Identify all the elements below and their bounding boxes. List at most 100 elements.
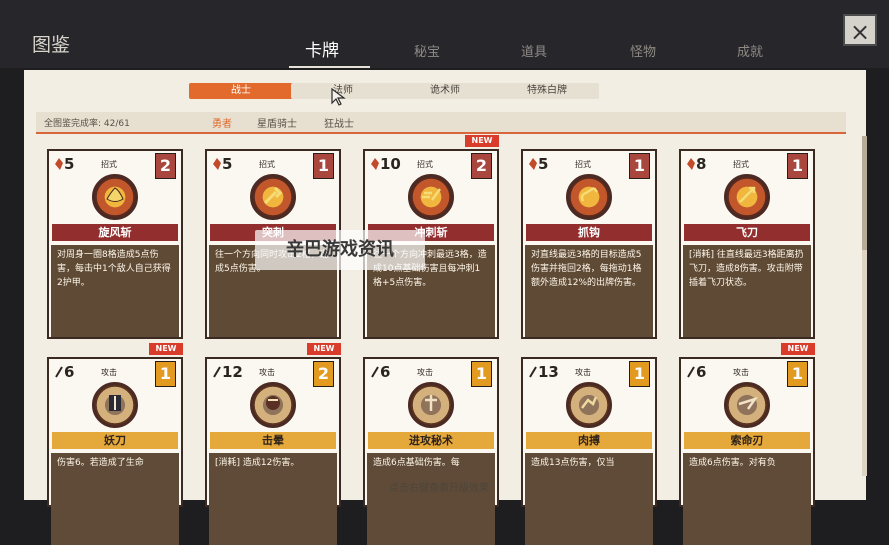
subclass-tab-star-shield[interactable]: 星盾骑士 (257, 115, 297, 130)
tab-secrets[interactable]: 秘宝 (414, 41, 440, 60)
whirlwind-medallion-icon (92, 174, 138, 220)
tab-cards[interactable]: 卡牌 (305, 36, 339, 61)
card-level-badge: 2 (471, 153, 492, 179)
card-soul-reaper-blade[interactable]: NEW 6 攻击 1 索命刃 造成6点伤害。对有负 (679, 343, 815, 545)
tab-achievements[interactable]: 成就 (737, 41, 763, 60)
card-header: 10 招式 2 (371, 153, 492, 179)
card-header: 6 攻击 1 (687, 361, 808, 387)
card-level-badge: 1 (313, 153, 334, 179)
card-description: 对直线最远3格的目标造成5伤害并拖回2格，每拖动1格额外造成12%的出牌伤害。 (525, 245, 653, 337)
energy-icon (371, 158, 379, 170)
card-name: 肉搏 (526, 432, 652, 449)
new-badge: NEW (465, 135, 499, 147)
flying-knife-medallion-icon (724, 174, 770, 220)
class-tab-special[interactable]: 特殊白牌 (495, 83, 599, 99)
card-cost: 6 (380, 363, 391, 381)
card-level-badge: 2 (313, 361, 334, 387)
brawl-icon (581, 396, 598, 409)
sword-cost-icon (55, 366, 63, 378)
upgrade-hint: 点击右键查看升级效果 (389, 483, 489, 494)
card-header: 6 攻击 1 (55, 361, 176, 387)
card-flying-knife[interactable]: 8 招式 1 飞刀 [消耗] 往直线最远3格距离扔飞刀，造成8伤害。攻击附带插着… (679, 149, 815, 339)
top-bar: 图鉴 卡牌 秘宝 道具 怪物 成就 × (0, 0, 889, 68)
card-whirlwind[interactable]: 5 招式 2 旋风斩 对周身一圈8格造成5点伤害，每击中1个敌人自己获得2护甲。 (47, 149, 183, 339)
card-name: 旋风斩 (52, 224, 178, 241)
whirlwind-icon (106, 187, 124, 202)
card-cost: 5 (64, 155, 75, 173)
stun-medallion-icon (250, 382, 296, 428)
sword-cost-icon (213, 366, 221, 378)
completion-rate: 全图鉴完成率: 42/61 (44, 119, 130, 129)
card-description: 对周身一圈8格造成5点伤害，每击中1个敌人自己获得2护甲。 (51, 245, 179, 337)
card-description: 造成6点基础伤害。每 (367, 453, 495, 545)
tab-items[interactable]: 道具 (521, 41, 547, 60)
card-level-badge: 2 (155, 153, 176, 179)
card-type: 招式 (733, 160, 749, 169)
page-title: 图鉴 (32, 34, 71, 56)
card-type: 招式 (259, 160, 275, 169)
close-button[interactable]: × (843, 14, 877, 46)
demon-blade-medallion-icon (92, 382, 138, 428)
thrust-medallion-icon (250, 174, 296, 220)
card-type: 攻击 (575, 368, 591, 377)
subclass-bar: 全图鉴完成率: 42/61 勇者 星盾骑士 狂战士 (36, 112, 846, 134)
card-cost: 8 (696, 155, 707, 173)
card-description: [消耗] 往直线最远3格距离扔飞刀，造成8伤害。攻击附带插着飞刀状态。 (683, 245, 811, 337)
card-cost: 5 (222, 155, 233, 173)
brawl-medallion-icon (566, 382, 612, 428)
energy-icon (529, 158, 537, 170)
thrust-icon (263, 186, 283, 205)
card-type: 攻击 (733, 368, 749, 377)
sword-cost-icon (529, 366, 537, 378)
card-name: 妖刀 (52, 432, 178, 449)
energy-icon (213, 158, 221, 170)
new-badge: NEW (149, 343, 183, 355)
arcana-icon (425, 395, 437, 411)
card-level-badge: 1 (629, 361, 650, 387)
class-tab-trickster[interactable]: 诡术师 (393, 83, 497, 99)
card-grappling-hook[interactable]: 5 招式 1 抓钩 对直线最远3格的目标造成5伤害并拖回2格，每拖动1格额外造成… (521, 149, 657, 339)
class-tab-warrior[interactable]: 战士 (189, 83, 293, 99)
card-description: [消耗] 造成12伤害。 (209, 453, 337, 545)
active-tab-indicator (289, 66, 370, 68)
card-type: 招式 (575, 160, 591, 169)
subclass-tab-berserker[interactable]: 狂战士 (324, 115, 354, 130)
soul-reaper-medallion-icon (724, 382, 770, 428)
subclass-tab-brave[interactable]: 勇者 (212, 115, 232, 130)
card-name: 飞刀 (684, 224, 810, 241)
card-level-badge: 1 (787, 361, 808, 387)
tab-monsters[interactable]: 怪物 (630, 41, 656, 60)
card-header: 5 招式 1 (213, 153, 334, 179)
energy-icon (55, 158, 63, 170)
dash-slash-icon (422, 188, 442, 201)
stun-icon (266, 396, 280, 410)
sword-cost-icon (371, 366, 379, 378)
card-header: 5 招式 1 (529, 153, 650, 179)
card-cost: 6 (64, 363, 75, 381)
card-header: 12 攻击 2 (213, 361, 334, 387)
card-stun[interactable]: NEW 12 攻击 2 击晕 [消耗] 造成12伤害。 (205, 343, 341, 545)
new-badge: NEW (781, 343, 815, 355)
new-badge: NEW (307, 343, 341, 355)
card-description: 伤害6。若造成了生命 (51, 453, 179, 545)
card-cost: 6 (696, 363, 707, 381)
energy-icon (687, 158, 695, 170)
scrollbar-thumb[interactable] (862, 136, 867, 250)
card-cost: 10 (380, 155, 401, 173)
card-header: 8 招式 1 (687, 153, 808, 179)
card-header: 13 攻击 1 (529, 361, 650, 387)
card-level-badge: 1 (787, 153, 808, 179)
card-type: 攻击 (417, 368, 433, 377)
card-demon-blade[interactable]: NEW 6 攻击 1 妖刀 伤害6。若造成了生命 (47, 343, 183, 545)
card-description: 造成6点伤害。对有负 (683, 453, 811, 545)
grappling-hook-medallion-icon (566, 174, 612, 220)
card-type: 招式 (101, 160, 117, 169)
card-name: 击晕 (210, 432, 336, 449)
knife-icon (739, 186, 756, 203)
card-type: 攻击 (101, 368, 117, 377)
card-brawl[interactable]: 13 攻击 1 肉搏 造成13点伤害，仅当 (521, 357, 657, 545)
card-description: 造成13点伤害，仅当 (525, 453, 653, 545)
card-name: 抓钩 (526, 224, 652, 241)
dash-slash-medallion-icon (408, 174, 454, 220)
watermark: 辛巴游戏资讯 (255, 230, 425, 270)
